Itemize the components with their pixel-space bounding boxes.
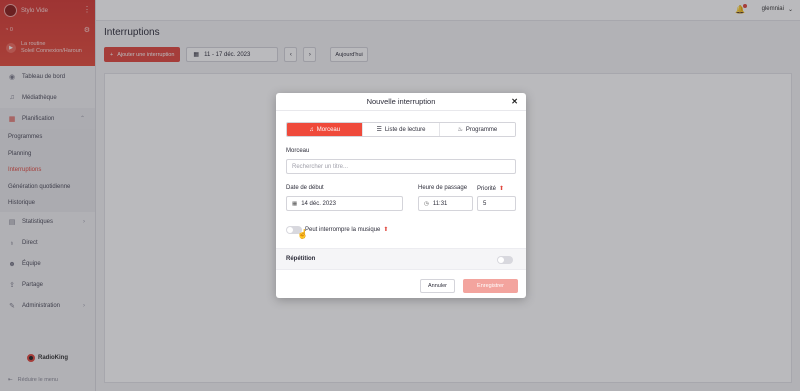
priority-label: Priorité ⬆ <box>477 186 505 192</box>
list-icon: ☰ <box>376 127 382 133</box>
cancel-button[interactable]: Annuler <box>420 279 455 293</box>
interrupt-music-label: Peut interrompre la musique ⬆ <box>305 227 389 233</box>
toggle-knob <box>498 257 504 263</box>
repeat-toggle[interactable] <box>497 256 513 264</box>
type-selector: ♫ Morceau ☰ Liste de lecture ♨ Programme <box>286 122 516 137</box>
morceau-label: Morceau <box>286 148 310 154</box>
track-search-input[interactable]: Rechercher un titre... <box>286 159 516 174</box>
tab-morceau[interactable]: ♫ Morceau <box>287 123 363 136</box>
save-button[interactable]: Enregistrer <box>463 279 518 293</box>
start-date-field[interactable]: ▦ 14 déc. 2023 <box>286 196 403 211</box>
close-icon[interactable]: ✕ <box>511 97 518 106</box>
time-label: Heure de passage <box>418 185 468 191</box>
repeat-label: Répétition <box>286 256 316 262</box>
priority-field[interactable]: 5 <box>477 196 516 211</box>
track-search-placeholder: Rechercher un titre... <box>292 163 349 170</box>
info-icon[interactable]: ⬆ <box>383 227 388 233</box>
modal-header: Nouvelle interruption ✕ <box>276 93 526 111</box>
tab-playlist[interactable]: ☰ Liste de lecture <box>362 123 439 136</box>
mouse-cursor-icon: ☝ <box>297 229 309 239</box>
info-icon[interactable]: ⬆ <box>499 186 504 192</box>
time-field[interactable]: ◷ 11:31 <box>418 196 473 211</box>
tab-programme[interactable]: ♨ Programme <box>438 123 515 136</box>
repeat-section: Répétition <box>276 248 526 270</box>
toggle-knob <box>287 227 293 233</box>
start-date-label: Date de début <box>286 185 324 191</box>
modal-title: Nouvelle interruption <box>366 97 436 106</box>
music-note-icon: ♫ <box>309 126 314 133</box>
clock-icon: ◷ <box>424 200 429 207</box>
calendar-icon: ▦ <box>292 200 298 207</box>
flame-icon: ♨ <box>457 127 463 133</box>
new-interruption-modal: Nouvelle interruption ✕ ♫ Morceau ☰ List… <box>276 93 526 298</box>
